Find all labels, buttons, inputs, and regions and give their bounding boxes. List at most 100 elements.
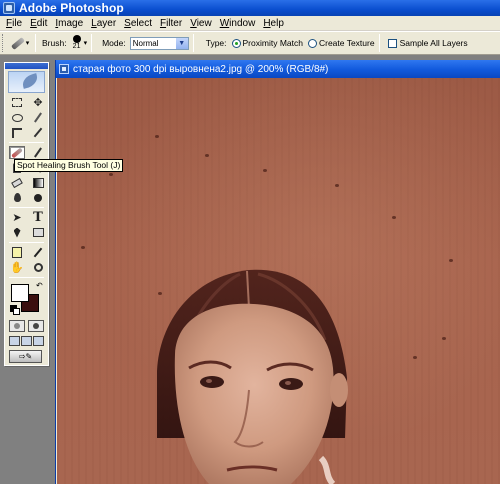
toolbox-divider <box>9 207 44 208</box>
menu-edit[interactable]: Edit <box>26 18 51 29</box>
chevron-down-icon: ▼ <box>175 37 188 49</box>
zoom-tool[interactable] <box>30 261 46 274</box>
path-selection-tool[interactable]: ➤ <box>9 211 25 224</box>
blur-drop-icon <box>13 193 21 202</box>
portrait-photo <box>157 269 348 484</box>
menu-select[interactable]: Select <box>120 18 156 29</box>
feather-icon <box>20 73 40 89</box>
adobe-online-button[interactable] <box>8 71 45 93</box>
type-tool[interactable]: T <box>30 211 46 224</box>
gradient-tool[interactable] <box>30 176 46 189</box>
mode-select[interactable]: Normal ▼ <box>129 36 189 50</box>
document-window: старая фото 300 dpi выровнена2.jpg @ 200… <box>55 60 500 484</box>
pen-tool[interactable] <box>9 226 25 239</box>
brush-icon <box>34 147 42 158</box>
imageready-icon: ⇨✎ <box>18 352 33 361</box>
full-screen-menubar-button[interactable] <box>21 336 32 346</box>
standard-screen-mode-button[interactable] <box>9 336 20 346</box>
move-tool[interactable]: ✥ <box>30 96 46 109</box>
tool-grid: ✥ <box>5 95 48 140</box>
marquee-tool[interactable] <box>9 96 25 109</box>
eraser-icon <box>11 177 23 188</box>
menu-help[interactable]: Help <box>259 18 288 29</box>
menu-layer[interactable]: Layer <box>87 18 120 29</box>
options-bar-grip[interactable] <box>2 34 5 52</box>
brush-tip-icon <box>72 35 81 43</box>
brush-size: 21 <box>72 43 81 50</box>
divider <box>378 34 380 52</box>
toolbox-header[interactable] <box>5 63 48 69</box>
eyedropper-icon <box>33 247 43 258</box>
quick-mask-mode-button[interactable] <box>28 320 44 332</box>
rectangle-tool[interactable] <box>30 226 46 239</box>
dodge-tool[interactable] <box>30 191 46 204</box>
divider <box>91 34 93 52</box>
crop-tool[interactable] <box>9 126 25 139</box>
gradient-icon <box>32 177 44 188</box>
proximity-match-label[interactable]: Proximity Match <box>243 38 303 48</box>
type-label: Type: <box>205 38 227 48</box>
toolbox-divider <box>9 242 44 243</box>
zoom-icon <box>33 263 43 272</box>
magic-wand-tool[interactable] <box>30 111 46 124</box>
notes-tool[interactable] <box>9 246 25 259</box>
document-icon <box>59 64 69 74</box>
default-colors-icon[interactable] <box>10 305 20 315</box>
edit-mode-row <box>5 318 48 334</box>
eyedropper-tool[interactable] <box>30 246 46 259</box>
slice-tool[interactable] <box>30 126 46 139</box>
jump-to-imageready-button[interactable]: ⇨✎ <box>9 350 42 363</box>
photoshop-app-icon[interactable] <box>3 2 15 14</box>
marquee-icon <box>12 98 22 107</box>
tool-tooltip: Spot Healing Brush Tool (J) <box>14 159 124 172</box>
create-texture-radio[interactable] <box>307 38 317 48</box>
document-title: старая фото 300 dpi выровнена2.jpg @ 200… <box>73 63 329 75</box>
mode-select-value: Normal <box>132 38 159 48</box>
tool-grid <box>5 145 48 205</box>
toolbox-divider <box>9 277 44 278</box>
standard-mode-button[interactable] <box>9 320 25 332</box>
full-screen-mode-button[interactable] <box>33 336 44 346</box>
document-canvas[interactable] <box>57 78 500 484</box>
pen-icon <box>13 227 21 238</box>
toolbox-divider <box>9 142 44 143</box>
brush-picker[interactable]: 21 <box>71 35 83 51</box>
menu-window[interactable]: Window <box>216 18 260 29</box>
slice-icon <box>33 127 43 138</box>
spot-healing-brush-tool[interactable] <box>9 146 25 159</box>
lasso-tool[interactable] <box>9 111 25 124</box>
mode-label: Mode: <box>102 38 126 48</box>
brush-tool[interactable] <box>30 146 46 159</box>
sample-all-layers-checkbox[interactable] <box>387 38 397 48</box>
hand-tool[interactable]: ✋ <box>9 261 25 274</box>
swap-colors-icon[interactable]: ↶ <box>36 281 43 290</box>
tool-grid: ➤ T <box>5 210 48 240</box>
crop-icon <box>12 127 22 138</box>
menu-image[interactable]: Image <box>51 18 87 29</box>
app-titlebar: Adobe Photoshop <box>0 0 500 16</box>
eraser-tool[interactable] <box>9 176 25 189</box>
menu-file[interactable]: File <box>2 18 26 29</box>
sample-all-layers-label[interactable]: Sample All Layers <box>400 38 468 48</box>
blur-tool[interactable] <box>9 191 25 204</box>
menu-filter[interactable]: Filter <box>156 18 186 29</box>
move-icon: ✥ <box>33 96 43 109</box>
brush-label: Brush: <box>42 38 67 48</box>
foreground-color-swatch[interactable] <box>11 284 29 302</box>
rectangle-icon <box>32 228 44 237</box>
create-texture-label[interactable]: Create Texture <box>319 38 375 48</box>
tool-preset-picker[interactable]: ▾ <box>9 34 31 52</box>
toolbox: ✥ ➤ T ✋ ↶ ⇨✎ <box>4 62 49 366</box>
color-swatches: ↶ <box>9 281 44 315</box>
hand-icon: ✋ <box>10 261 24 274</box>
menu-view[interactable]: View <box>186 18 216 29</box>
app-title: Adobe Photoshop <box>19 1 124 15</box>
magic-wand-icon <box>34 112 42 123</box>
type-icon: T <box>33 209 43 225</box>
divider <box>35 34 36 52</box>
brush-picker-arrow-icon[interactable]: ▾ <box>84 39 88 47</box>
document-titlebar[interactable]: старая фото 300 dpi выровнена2.jpg @ 200… <box>56 60 500 78</box>
spot-healing-brush-icon <box>10 36 25 50</box>
proximity-match-radio[interactable] <box>231 38 241 48</box>
options-bar: ▾ Brush: 21 ▾ Mode: Normal ▼ Type: Proxi… <box>0 31 500 55</box>
